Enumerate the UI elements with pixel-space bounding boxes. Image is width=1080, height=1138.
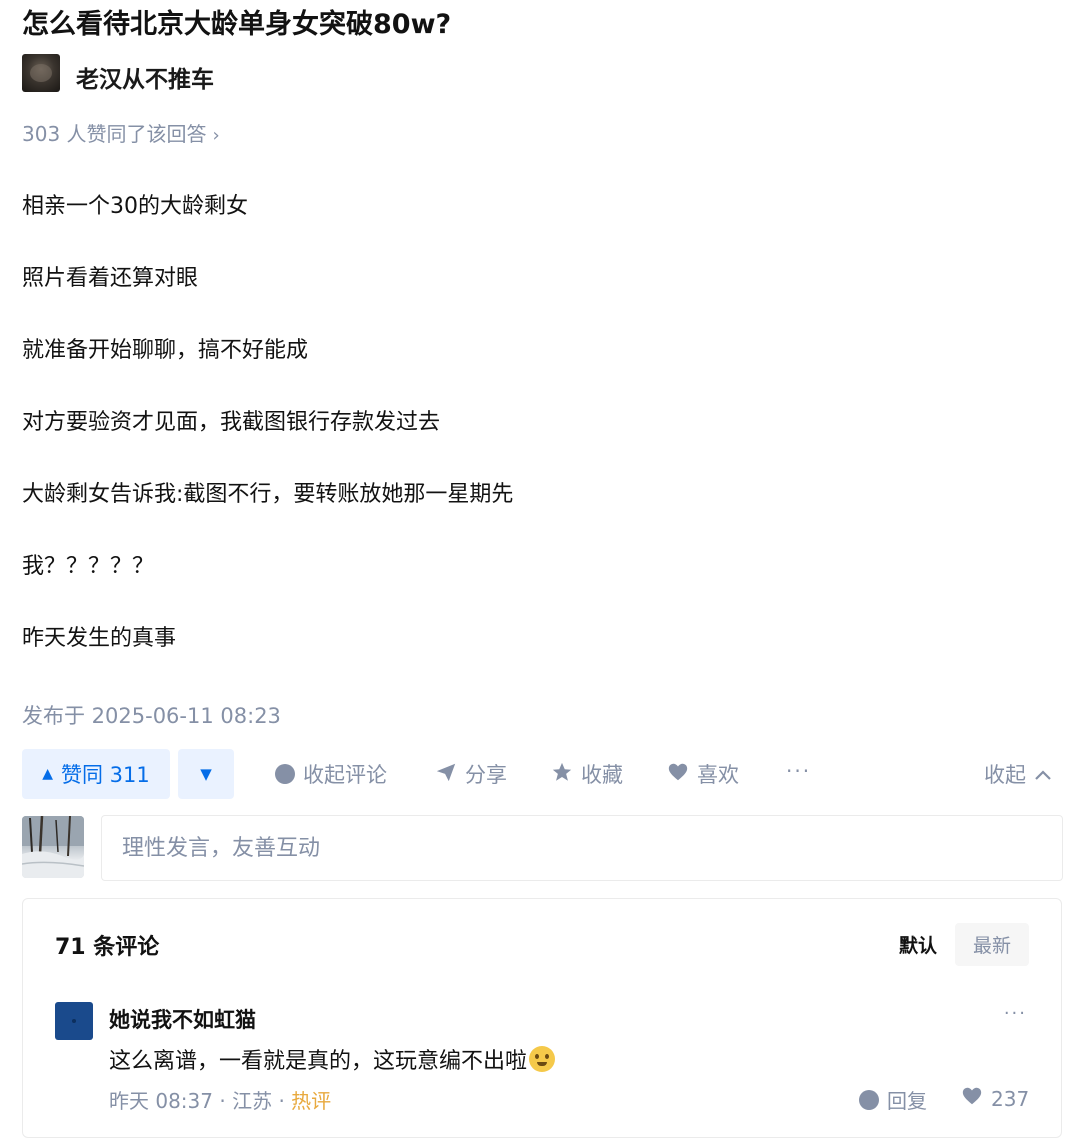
- collapse-comments-label: 收起评论: [303, 763, 387, 787]
- comment-location: 江苏: [232, 1089, 273, 1113]
- heart-icon: [961, 1085, 983, 1112]
- grin-emoji-icon: [529, 1046, 556, 1072]
- triangle-up-icon: ▲: [42, 766, 53, 782]
- answer-paragraph: 我？？？？？: [22, 554, 155, 579]
- comment-meta: 昨天 08:37 · 江苏 · 热评: [109, 1085, 331, 1114]
- downvote-button[interactable]: ▼: [178, 749, 234, 799]
- like-label: 喜欢: [697, 763, 739, 787]
- upvote-button[interactable]: ▲ 赞同 311: [22, 749, 170, 799]
- like-button[interactable]: 喜欢: [667, 749, 739, 799]
- share-label: 分享: [465, 763, 507, 787]
- comment-time: 昨天 08:37: [109, 1089, 213, 1113]
- favorite-label: 收藏: [581, 763, 623, 787]
- comments-panel: 71 条评论 默认 最新 她说我不如虹猫 ··· 这么离谱，一看就是真的，这玩意…: [22, 898, 1062, 1138]
- author-name[interactable]: 老汉从不推车: [76, 60, 214, 94]
- comment-count: 71 条评论: [55, 935, 160, 960]
- answer-paragraph: 大龄剩女告诉我:截图不行，要转账放她那一星期先: [22, 482, 514, 507]
- chevron-up-icon: [1034, 762, 1052, 786]
- sort-default-tab[interactable]: 默认: [881, 923, 955, 966]
- reply-label: 回复: [887, 1089, 927, 1113]
- upvote-label: 赞同 311: [61, 763, 150, 787]
- heart-icon: [667, 761, 689, 788]
- more-options-button[interactable]: ···: [786, 759, 811, 783]
- chevron-right-icon: ›: [212, 125, 220, 146]
- comment-sort-toggle: 默认 最新: [881, 923, 1029, 966]
- answer-paragraph: 照片看着还算对眼: [22, 266, 199, 291]
- collapse-answer-button[interactable]: 收起: [984, 749, 1052, 799]
- comment-input[interactable]: [101, 815, 1063, 881]
- paper-plane-icon: [435, 761, 457, 788]
- triangle-down-icon: ▼: [200, 765, 212, 783]
- question-title[interactable]: 怎么看待北京大龄单身女突破80w?: [22, 2, 451, 41]
- comment-text: 这么离谱，一看就是真的，这玩意编不出啦: [109, 1043, 556, 1075]
- sort-newest-tab[interactable]: 最新: [954, 923, 1029, 966]
- answer-paragraph: 相亲一个30的大龄剩女: [22, 194, 248, 219]
- meta-separator: ·: [278, 1089, 292, 1113]
- author-avatar[interactable]: [22, 54, 60, 92]
- answer-action-bar: ▲ 赞同 311 ▼ 收起评论 分享 收藏 喜欢 ··· 收起: [22, 749, 1062, 799]
- comment-like-button[interactable]: 237: [961, 1085, 1029, 1112]
- upvote-summary-text: 303 人赞同了该回答: [22, 122, 207, 146]
- collapse-label: 收起: [984, 763, 1026, 787]
- answer-paragraph: 对方要验资才见面，我截图银行存款发过去: [22, 410, 441, 435]
- comment-more-button[interactable]: ···: [1004, 1003, 1027, 1024]
- upvote-summary[interactable]: 303 人赞同了该回答 ›: [22, 118, 220, 147]
- reply-button[interactable]: 回复: [859, 1085, 927, 1114]
- share-button[interactable]: 分享: [435, 749, 507, 799]
- commenter-name[interactable]: 她说我不如虹猫: [109, 1004, 256, 1034]
- favorite-button[interactable]: 收藏: [551, 749, 623, 799]
- comment-bubble-icon: [275, 764, 295, 784]
- publish-time: 发布于 2025-06-11 08:23: [22, 704, 281, 728]
- collapse-comments-button[interactable]: 收起评论: [275, 749, 387, 799]
- commenter-avatar[interactable]: [55, 1002, 93, 1040]
- answer-paragraph: 就准备开始聊聊，搞不好能成: [22, 338, 309, 363]
- meta-separator: ·: [219, 1089, 233, 1113]
- current-user-avatar: [22, 816, 84, 878]
- comment-text-content: 这么离谱，一看就是真的，这玩意编不出啦: [109, 1049, 528, 1074]
- star-icon: [551, 761, 573, 788]
- answer-paragraph: 昨天发生的真事: [22, 626, 177, 651]
- hot-comment-badge: 热评: [291, 1089, 332, 1113]
